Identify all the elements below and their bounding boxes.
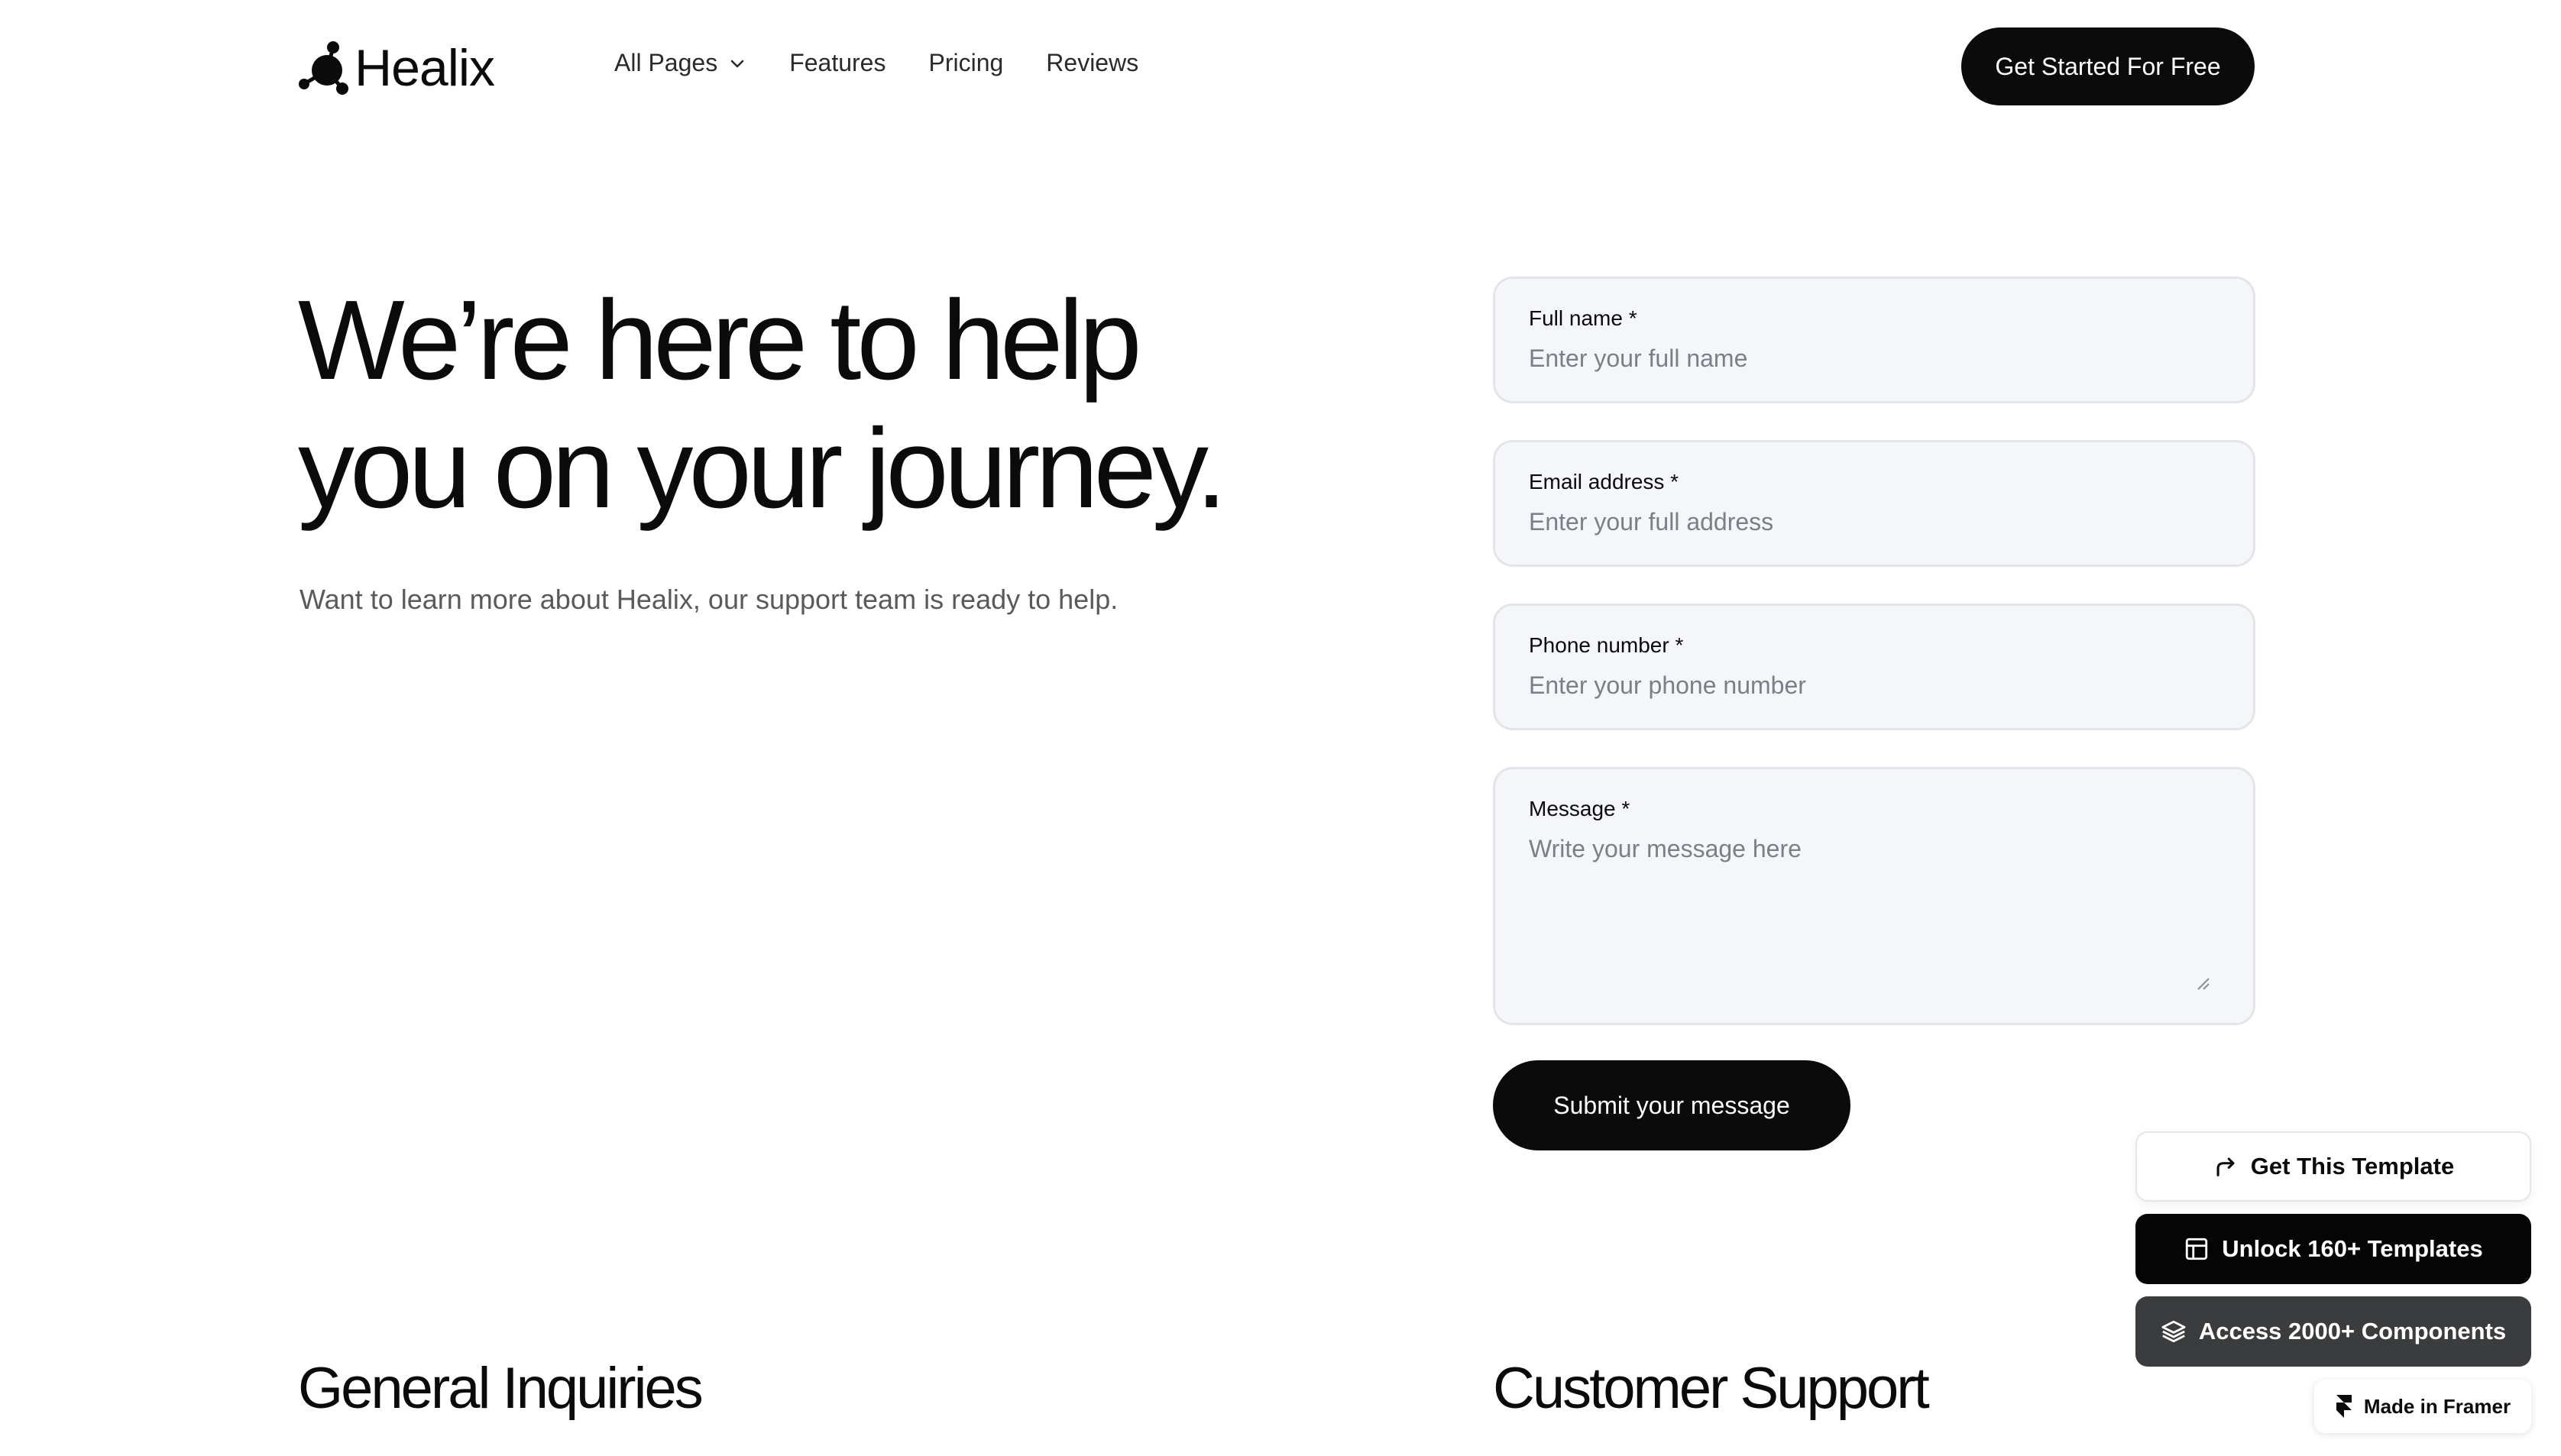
contact-form: Full name * Email address * Phone number… [1493,277,2255,1150]
nav-link-reviews[interactable]: Reviews [1046,49,1138,77]
share-arrow-icon [2216,1157,2235,1176]
brand-name: Healix [355,39,495,97]
hero-title-line-2: you on your journey. [298,406,1227,532]
full-name-input[interactable] [1529,345,2219,373]
brand-logo[interactable]: Healix [298,38,495,98]
customer-support-heading: Customer Support [1493,1356,1930,1421]
nav-link-all-pages[interactable]: All Pages [614,49,746,77]
full-name-field[interactable]: Full name * [1493,277,2255,403]
molecule-logo-icon [299,41,348,95]
hero-title-line-1: We’re here to help [298,277,1142,403]
nav-links: All Pages Features Pricing Reviews [614,49,1181,77]
page: Healix All Pages Features Pricing Review… [0,0,2561,1456]
nav-link-label: Reviews [1046,49,1139,76]
email-field[interactable]: Email address * [1493,440,2255,567]
made-in-framer-badge[interactable]: Made in Framer [2314,1380,2531,1433]
made-in-framer-label: Made in Framer [2363,1394,2511,1418]
email-label: Email address * [1529,470,1679,493]
nav-link-label: Pricing [928,49,1004,76]
chevron-down-icon [730,60,744,67]
message-textarea[interactable] [1529,835,2219,972]
get-started-button[interactable]: Get Started For Free [1961,28,2255,105]
get-template-button[interactable]: Get This Template [2135,1131,2531,1202]
hero-subtitle: Want to learn more about Healix, our sup… [299,584,1119,615]
access-components-button[interactable]: Access 2000+ Components [2135,1296,2531,1367]
framer-logo-icon [2336,1395,2352,1418]
hero-title: We’re here to help you on your journey. [298,277,1291,533]
phone-input[interactable] [1529,671,2219,700]
top-navigation: Healix All Pages Features Pricing Review… [0,0,2561,133]
nav-link-label: Features [789,49,886,76]
unlock-templates-label: Unlock 160+ Templates [2222,1235,2483,1262]
access-components-label: Access 2000+ Components [2198,1318,2507,1344]
layout-icon [2186,1238,2208,1260]
nav-link-pricing[interactable]: Pricing [928,49,1003,77]
email-input[interactable] [1529,508,2219,536]
layers-icon [2161,1320,2186,1343]
unlock-templates-button[interactable]: Unlock 160+ Templates [2135,1214,2531,1284]
phone-label: Phone number * [1529,633,1684,657]
resize-grip-icon[interactable] [2195,976,2210,991]
nav-link-label: All Pages [614,49,718,76]
get-template-label: Get This Template [2250,1153,2455,1179]
submit-message-button[interactable]: Submit your message [1493,1060,1850,1150]
nav-link-features[interactable]: Features [789,49,886,77]
phone-field[interactable]: Phone number * [1493,603,2255,730]
general-inquiries-heading: General Inquiries [298,1356,704,1421]
message-field[interactable]: Message * [1493,767,2255,1025]
full-name-label: Full name * [1529,306,1637,330]
message-label: Message * [1529,797,1630,820]
